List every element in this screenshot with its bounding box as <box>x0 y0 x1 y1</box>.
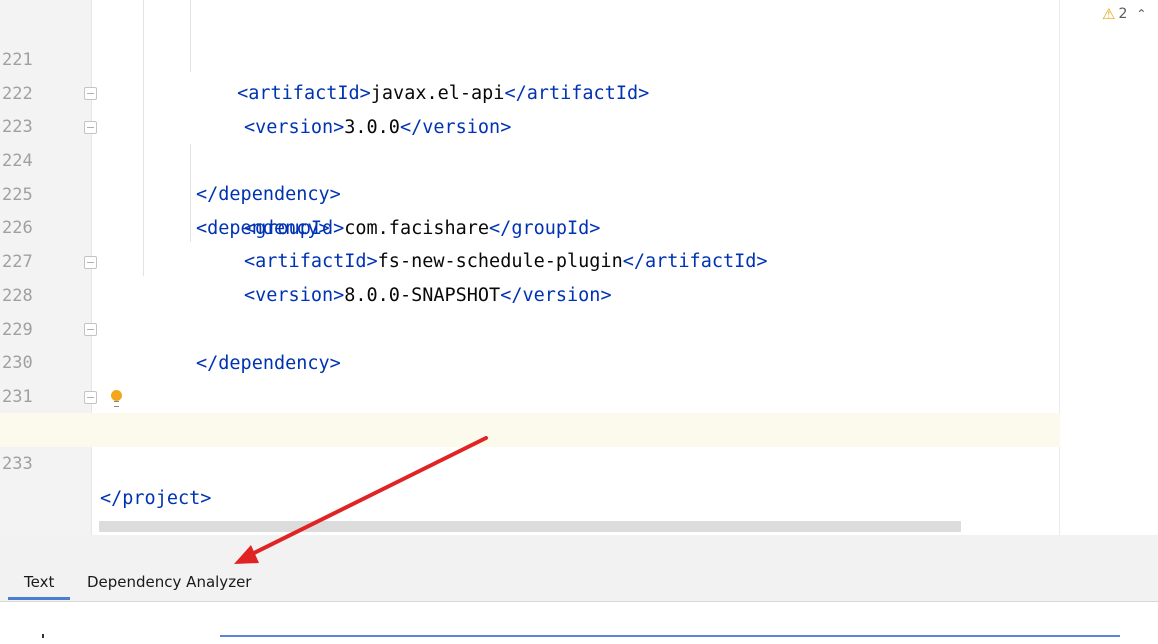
current-code-line[interactable]: 233 <box>0 413 1060 474</box>
code-line: 221 <artifactId>javax.el-api</artifactId… <box>0 9 1060 104</box>
code-line: 227 <version>8.0.0-SNAPSHOT</version> <box>0 211 1060 306</box>
code-line: 228 </dependency> <box>0 245 1060 374</box>
fold-marker-icon[interactable] <box>84 323 97 336</box>
warning-count: 2 <box>1118 6 1128 22</box>
code-line: 232 </project> <box>0 380 1060 509</box>
inspection-widget[interactable]: ⚠ 2 ⌃ <box>1102 4 1146 24</box>
bottom-panel <box>0 602 1158 644</box>
warning-icon: ⚠ <box>1102 5 1116 23</box>
code-line: 230 </dependencies> <box>0 312 1060 441</box>
code-line: 222 <version>3.0.0</version> <box>0 43 1060 138</box>
fold-marker-icon[interactable] <box>84 121 97 134</box>
code-line: 229 <box>0 279 1060 340</box>
code-line: 225 <groupId>com.facishare</groupId> <box>0 144 1060 239</box>
fold-marker-icon[interactable] <box>84 87 97 100</box>
tab-dependency-analyzer[interactable]: Dependency Analyzer <box>87 573 251 599</box>
horizontal-scrollbar[interactable] <box>99 521 961 532</box>
lightbulb-icon[interactable] <box>111 390 122 407</box>
fold-marker-icon[interactable] <box>84 256 97 269</box>
xml-tag-name: project <box>122 488 201 509</box>
bottom-marker <box>42 634 44 638</box>
code-line: 226 <artifactId>fs-new-schedule-plugin</… <box>0 177 1060 272</box>
code-editor[interactable]: 221 <artifactId>javax.el-api</artifactId… <box>0 0 1158 535</box>
code-line: 223 </dependency> <box>0 76 1060 205</box>
fold-marker-icon[interactable] <box>84 391 97 404</box>
bottom-link-underline <box>220 635 1120 637</box>
editor-tab-bar: Text Dependency Analyzer <box>0 535 1158 602</box>
line-number: 233 <box>2 454 33 474</box>
chevron-up-icon[interactable]: ⌃ <box>1136 7 1146 21</box>
code-line: 231 <box>0 346 1060 407</box>
tab-text[interactable]: Text <box>7 573 71 600</box>
code-line: 224 <dependency> <box>0 110 1060 239</box>
